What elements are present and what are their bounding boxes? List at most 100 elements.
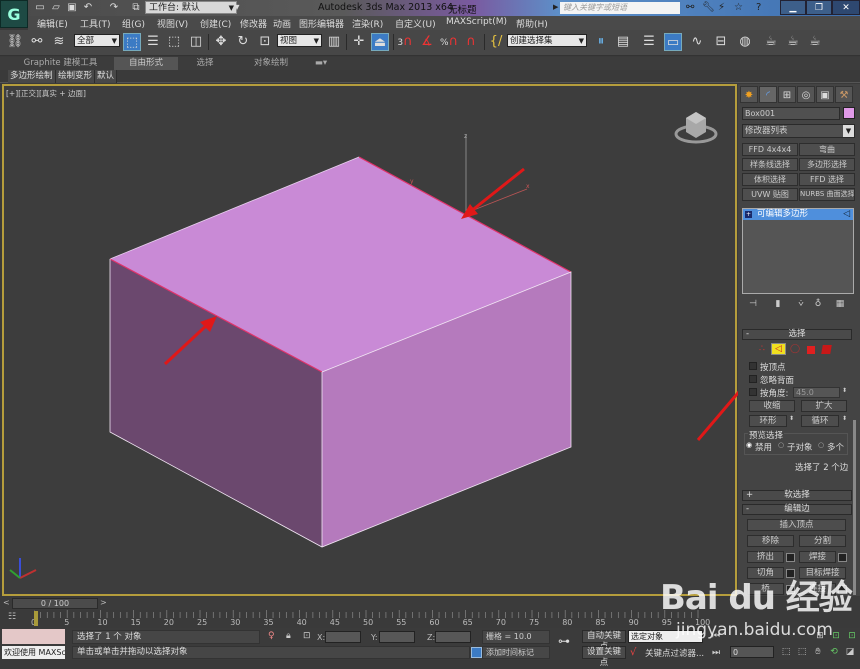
preview-disabled-label: 禁用 [755,443,773,453]
modifier-ffd-button[interactable]: FFD 4x4x4 [742,143,798,156]
mini-curve-editor-icon[interactable]: ☷ [8,612,16,622]
time-cursor[interactable] [34,611,38,626]
loop-spinner-icon[interactable]: ⬍ [842,415,847,422]
loop-button[interactable]: 循环 [801,415,839,427]
split-button[interactable]: 分割 [799,535,846,547]
modifier-bend-button[interactable]: 弯曲 [799,143,855,156]
set-key-icon[interactable]: ⊶ [558,634,570,648]
maximize-viewport-icon[interactable]: ◪ [844,646,856,658]
modifier-nurbs-select-button[interactable]: NURBS 曲面选择 [799,188,855,201]
modify-tab-icon[interactable]: ◜ [759,86,777,103]
set-key-button[interactable]: 设置关键点 [582,646,626,668]
modifier-vol-select-button[interactable]: 体积选择 [742,173,798,186]
pan-view-icon[interactable]: ✋︎ [812,646,824,658]
object-name-field[interactable]: Box001 [742,107,840,120]
spinner-arrows-icon[interactable]: ⬍ [842,387,847,394]
preview-subobject-label: 子对象 [787,443,813,453]
timeline-tick-label: 70 [495,618,506,627]
ring-button[interactable]: 环形 [749,415,787,427]
prev-frame-button[interactable]: < [3,598,10,607]
selection-rollout-header[interactable]: - 选择 [742,329,852,340]
absolute-mode-icon[interactable]: ⊡ [303,631,311,641]
z-coordinate-field[interactable] [435,631,471,643]
ignore-backfacing-checkbox[interactable] [749,375,757,383]
modifier-uvw-map-button[interactable]: UVW 贴图 [742,188,798,201]
vertex-mode-icon[interactable]: ∴ [759,344,769,354]
ring-spinner-icon[interactable]: ⬍ [789,415,794,422]
selection-lock-icon[interactable]: 🔒︎ [286,631,291,641]
weld-settings-button[interactable] [838,553,847,562]
polygon-mode-icon[interactable] [807,346,815,354]
hierarchy-tab-icon[interactable]: ⊞ [778,86,796,103]
app-menu-button[interactable]: G [0,0,28,28]
auto-key-button[interactable]: 自动关键点 [582,630,626,652]
modifier-spline-select-button[interactable]: 样条线选择 [742,158,798,171]
rendered-frame-window-icon[interactable]: ☕︎ [784,33,802,51]
object-color-swatch[interactable] [843,107,855,119]
key-filters-button[interactable]: 关键点过滤器... [645,647,704,659]
time-config-icon[interactable]: ⏭ [710,647,722,659]
grid-size-readout: 栅格 = 10.0 [482,630,550,644]
minimize-button[interactable]: ▁ [780,0,806,15]
angle-spinner[interactable]: 45.0 [793,387,840,398]
edge-mode-icon[interactable]: ◁ [771,343,786,355]
preview-subobject-radio[interactable]: ○ [778,441,784,449]
weld-button[interactable]: 焊接 [799,551,836,563]
extrude-button[interactable]: 挤出 [747,551,784,563]
extrude-settings-button[interactable] [786,553,795,562]
timeline-tick-label: 15 [130,618,141,627]
remove-button[interactable]: 移除 [747,535,794,547]
panel-scrollbar[interactable] [853,420,856,595]
y-coordinate-field[interactable] [379,631,415,643]
stack-item-editable-poly[interactable]: + 可编辑多边形 ◁ [743,209,853,220]
orbit-icon[interactable]: ⟲ [828,646,840,658]
render-setup-icon[interactable]: ☕︎ [762,33,780,51]
pin-stack-icon[interactable]: ⊣ [746,299,760,310]
soft-selection-rollout-header[interactable]: + 软选择 [742,490,852,501]
modifier-list-dropdown[interactable]: 修改器列表 ▼ [742,124,855,138]
isolate-selection-icon[interactable]: ♀ [268,631,275,641]
edit-edges-rollout-header[interactable]: - 编辑边 [742,504,852,515]
render-production-icon[interactable]: ☕︎ [806,33,824,51]
timeline-tick-label: 80 [562,618,573,627]
x-coordinate-field[interactable] [325,631,361,643]
show-end-result-icon[interactable]: ▮ [771,299,785,310]
zoom-extents-icon[interactable]: ⬚ [780,646,792,658]
maxscript-welcome[interactable]: 欢迎使用 MAXScri [2,646,65,659]
border-mode-icon[interactable]: ◯ [790,344,800,354]
annotation-arrow [696,388,740,441]
preview-disabled-radio[interactable]: ◉ [746,441,752,449]
make-unique-icon[interactable]: ⩒ [794,299,808,310]
display-tab-icon[interactable]: ▣ [816,86,834,103]
by-angle-checkbox[interactable] [749,388,757,396]
utilities-tab-icon[interactable]: ⚒ [835,86,853,103]
viewcube[interactable] [672,104,720,148]
maximize-button[interactable]: ❐ [806,0,832,15]
maxscript-listener-input[interactable] [2,629,65,644]
by-vertex-checkbox[interactable] [749,362,757,370]
time-tag-icon[interactable] [471,647,482,658]
by-angle-label: 按角度: [760,389,789,399]
time-slider[interactable]: 0 / 100 [12,598,98,609]
help-icon[interactable]: ? [756,2,761,13]
grow-button[interactable]: 扩大 [801,400,847,412]
field-of-view-icon[interactable]: ⬚ [796,646,808,658]
shrink-button[interactable]: 收缩 [749,400,795,412]
next-frame-button[interactable]: > [100,598,107,607]
timeline-tick-label: 50 [363,618,374,627]
element-mode-icon[interactable] [821,345,832,354]
modifier-ffd-select-button[interactable]: FFD 选择 [799,173,855,186]
motion-tab-icon[interactable]: ◎ [797,86,815,103]
expand-icon[interactable]: + [745,211,752,218]
create-tab-icon[interactable]: ✸ [740,86,758,103]
modifier-poly-select-button[interactable]: 多边形选择 [799,158,855,171]
preview-multi-radio[interactable]: ○ [818,441,824,449]
close-button[interactable]: ✕ [832,0,860,15]
insert-vertex-button[interactable]: 插入顶点 [747,519,846,531]
zoom-extents-all-selected-icon[interactable]: ⊡ [846,630,858,642]
add-time-tag-button[interactable]: 添加时间标记 [482,646,550,659]
remove-modifier-icon[interactable]: ♁ [811,299,825,310]
timeline-tick-label: 60 [429,618,440,627]
current-frame-field[interactable]: 0 [730,646,774,658]
configure-modifier-sets-icon[interactable]: ▦ [833,299,847,310]
